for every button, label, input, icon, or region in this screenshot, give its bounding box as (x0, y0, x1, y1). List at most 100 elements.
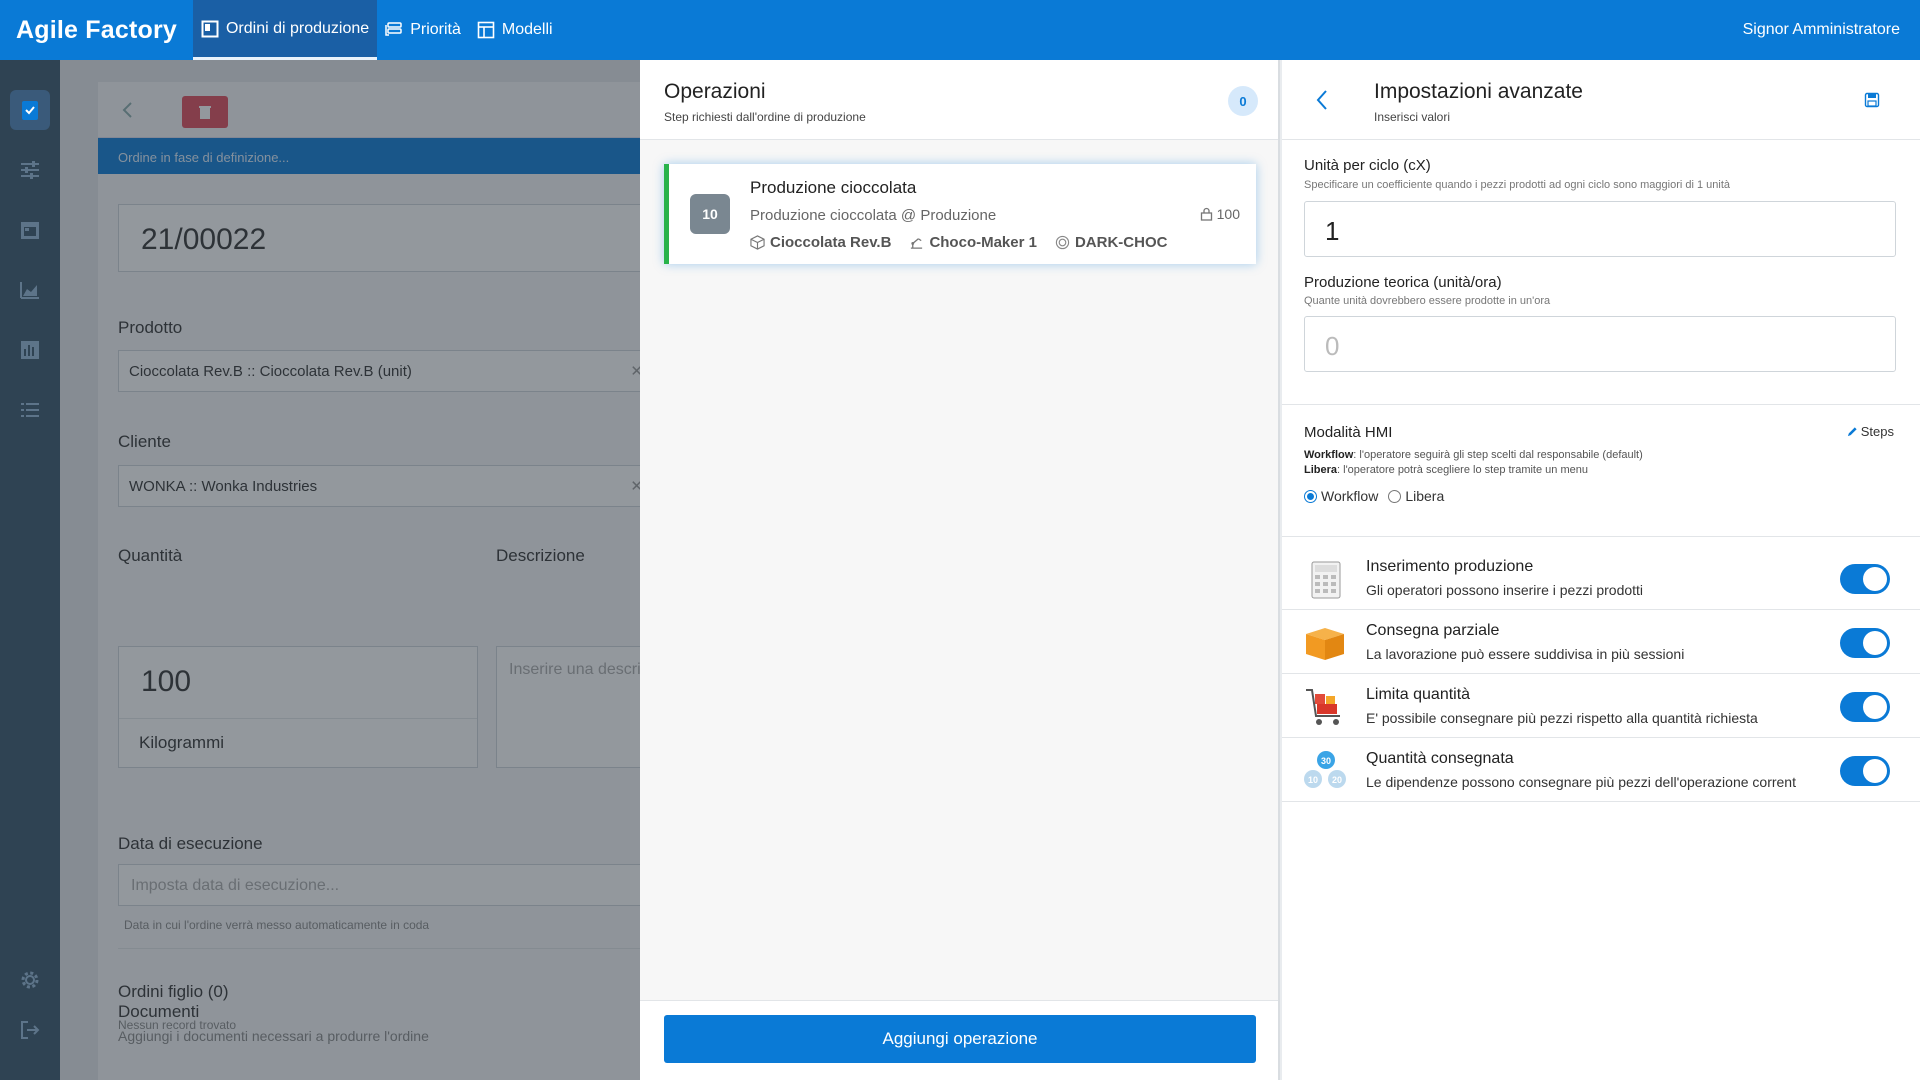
operation-tags: Cioccolata Rev.B Choco-Maker 1 DARK-CHOC (750, 234, 1167, 251)
sliders-icon (21, 161, 39, 179)
hmi-workflow-text: : l'operatore seguirà gli step scelti da… (1353, 449, 1643, 461)
sidebar-item-calendar[interactable] (10, 210, 50, 250)
user-menu[interactable]: Signor Amministratore (1743, 0, 1920, 60)
left-sidebar (0, 60, 60, 1080)
operations-footer: Aggiungi operazione (640, 1000, 1278, 1080)
operation-quantity: 100 (1200, 206, 1240, 222)
add-operation-button[interactable]: Aggiungi operazione (664, 1015, 1256, 1063)
operation-name: Produzione cioccolata (750, 178, 917, 197)
feature-toggle[interactable] (1840, 692, 1890, 722)
hmi-radio-workflow[interactable]: Workflow (1304, 488, 1378, 504)
sidebar-item-list[interactable] (10, 390, 50, 430)
recipe-icon (1055, 235, 1070, 250)
cube-icon (750, 235, 765, 250)
hmi-radio-free[interactable]: Libera (1388, 488, 1444, 504)
tab-production-orders[interactable]: Ordini di produzione (192, 0, 378, 60)
radio-label: Libera (1405, 488, 1445, 504)
hmi-workflow-desc: Workflow: l'operatore seguirà gli step s… (1304, 449, 1643, 461)
hmi-steps-label: Steps (1860, 424, 1894, 439)
operations-count-badge: 0 (1228, 86, 1258, 116)
hmi-mode-radios: Workflow Libera (1304, 488, 1444, 504)
tag-recipe: DARK-CHOC (1055, 234, 1167, 251)
operations-panel: Operazioni Step richiesti dall'ordine di… (640, 60, 1280, 1080)
divider (1282, 404, 1920, 405)
divider (1282, 536, 1920, 537)
save-icon[interactable] (1864, 92, 1880, 108)
top-navbar: Agile Factory Ordini di produzione Prior… (0, 0, 1920, 60)
box-icon (1306, 628, 1344, 660)
operations-title: Operazioni (664, 80, 766, 103)
pencil-icon (1847, 427, 1857, 437)
tab-priority[interactable]: Priorità (377, 0, 469, 60)
feature-toggle[interactable] (1840, 756, 1890, 786)
calculator-icon (1311, 561, 1341, 599)
quantity-value: 100 (1216, 206, 1240, 222)
hmi-free-desc: Libera: l'operatore potrà scegliere lo s… (1304, 464, 1588, 476)
sidebar-item-logout[interactable] (10, 1010, 50, 1050)
modal-backdrop[interactable] (60, 60, 640, 1080)
feature-toggle[interactable] (1840, 564, 1890, 594)
chevron-left-icon[interactable] (1312, 88, 1332, 112)
feature-name: Inserimento produzione (1366, 558, 1534, 575)
list-icon (21, 403, 39, 417)
board-icon (201, 20, 219, 37)
app-brand[interactable]: Agile Factory (0, 0, 193, 60)
radio-label: Workflow (1321, 488, 1379, 504)
sidebar-item-area-chart[interactable] (10, 270, 50, 310)
radio-button[interactable] (1304, 489, 1317, 503)
template-icon (477, 21, 495, 39)
cart-icon (1306, 689, 1340, 725)
feature-row-limit-quantity: Limita quantità E' possibile consegnare … (1282, 674, 1920, 738)
ball-top-number: 30 (1321, 756, 1331, 766)
feature-name: Consegna parziale (1366, 622, 1500, 639)
tab-label: Priorità (410, 21, 461, 38)
gear-icon (21, 971, 39, 989)
tab-templates[interactable]: Modelli (469, 0, 561, 60)
sidebar-item-bar-chart[interactable] (10, 330, 50, 370)
feature-desc: Le dipendenze possono consegnare più pez… (1366, 774, 1796, 790)
operation-location: Produzione cioccolata @ Produzione (750, 207, 997, 224)
tag-product-label: Cioccolata Rev.B (770, 234, 892, 251)
feature-desc: La lavorazione può essere suddivisa in p… (1366, 646, 1685, 662)
sidebar-item-orders[interactable] (10, 90, 50, 130)
feature-toggle[interactable] (1840, 628, 1890, 658)
ball-right-number: 20 (1332, 775, 1342, 785)
hmi-steps-link[interactable]: Steps (1847, 424, 1894, 439)
operations-subtitle: Step richiesti dall'ordine di produzione (664, 110, 866, 124)
logout-icon (21, 1021, 40, 1039)
numbered-balls-icon: 30 10 20 (1304, 751, 1346, 788)
radio-button[interactable] (1388, 489, 1402, 503)
theoretical-production-label: Produzione teorica (unità/ora) (1304, 274, 1502, 291)
calendar-icon (21, 222, 39, 239)
cycle-units-label: Unità per ciclo (cX) (1304, 157, 1431, 174)
machine-icon (911, 238, 923, 249)
feature-row-partial-delivery: Consegna parziale La lavorazione può ess… (1282, 610, 1920, 674)
cycle-units-input[interactable]: 1 (1304, 201, 1896, 257)
hmi-mode-title: Modalità HMI (1304, 424, 1393, 441)
advanced-settings-panel: Impostazioni avanzate Inserisci valori U… (1282, 60, 1920, 1080)
theoretical-production-hint: Quante unità dovrebbero essere prodotte … (1304, 295, 1551, 307)
lock-icon (1200, 207, 1212, 221)
area-chart-icon (20, 282, 39, 299)
tag-machine-label: Choco-Maker 1 (929, 234, 1037, 251)
sidebar-item-gear[interactable] (10, 960, 50, 1000)
hmi-free-key: Libera (1304, 464, 1338, 476)
ball-left-number: 10 (1308, 775, 1318, 785)
advanced-title: Impostazioni avanzate (1374, 80, 1583, 103)
advanced-subtitle: Inserisci valori (1374, 110, 1451, 124)
feature-desc: Gli operatori possono inserire i pezzi p… (1366, 582, 1644, 598)
sidebar-item-settings-sliders[interactable] (10, 150, 50, 190)
tab-label: Ordini di produzione (225, 19, 370, 37)
tab-label: Modelli (501, 21, 553, 38)
feature-row-production-input: Inserimento produzione Gli operatori pos… (1282, 546, 1920, 610)
clipboard-check-icon (22, 101, 38, 120)
cycle-units-hint: Specificare un coefficiente quando i pez… (1304, 179, 1731, 191)
tag-product: Cioccolata Rev.B (750, 234, 891, 251)
step-number-badge: 10 (690, 194, 730, 234)
theoretical-production-input[interactable]: 0 (1304, 316, 1896, 372)
feature-name: Limita quantità (1366, 686, 1471, 703)
feature-row-delivered-quantity: 30 10 20 Quantità consegnata Le dipenden… (1282, 738, 1920, 802)
operation-card[interactable]: 10 Produzione cioccolata Produzione cioc… (664, 164, 1256, 264)
hmi-workflow-key: Workflow (1304, 449, 1354, 461)
operations-header: Operazioni Step richiesti dall'ordine di… (640, 60, 1278, 140)
